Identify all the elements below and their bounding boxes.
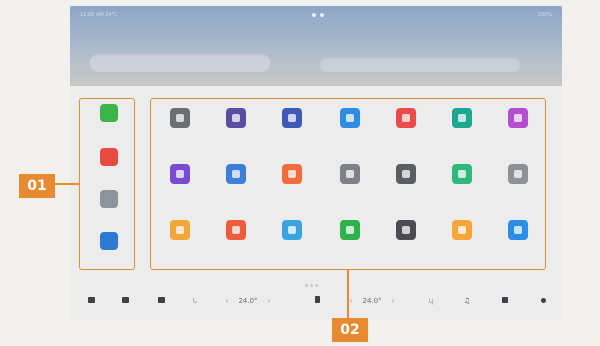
- wallpaper-cloud: [320, 58, 520, 72]
- status-bar: 12:00 AM 24°C 100%: [70, 6, 562, 24]
- temp-left-decrease[interactable]: ‹: [222, 294, 232, 308]
- bottom-control-bar: ᒐ ‹ 24.0° › ‹ 24.0° › ɥ ♫: [70, 286, 562, 316]
- page-indicator: [304, 272, 328, 287]
- callout-box-01: [79, 98, 135, 270]
- vehicle-icon[interactable]: [118, 294, 132, 308]
- status-right: 100%: [537, 12, 552, 18]
- page-dots: [310, 6, 326, 24]
- temp-right-increase[interactable]: ›: [388, 294, 398, 308]
- apps-grid-icon[interactable]: [498, 294, 512, 308]
- temp-left-value: 24.0°: [238, 297, 258, 305]
- temp-left-increase[interactable]: ›: [264, 294, 274, 308]
- wallpaper-banner: 12:00 AM 24°C 100%: [70, 6, 562, 86]
- settings-icon[interactable]: [536, 294, 550, 308]
- temp-right-value: 24.0°: [362, 297, 382, 305]
- seat-heat-icon[interactable]: ᒐ: [188, 294, 202, 308]
- music-icon[interactable]: ♫: [460, 294, 474, 308]
- callout-label-02: 02: [332, 318, 368, 342]
- callout-line-01: [55, 183, 79, 185]
- callout-line-02: [347, 270, 349, 318]
- car-icon[interactable]: [84, 294, 98, 308]
- callout-box-02: [150, 98, 546, 270]
- figure: 12:00 AM 24°C 100% ᒐ ‹ 24.0° › ‹ 24.0° ›…: [0, 0, 600, 346]
- fan-icon[interactable]: [310, 294, 324, 308]
- home-icon[interactable]: [154, 294, 168, 308]
- status-left: 12:00 AM 24°C: [80, 12, 118, 18]
- seat-icon[interactable]: ɥ: [424, 294, 438, 308]
- wallpaper-cloud: [90, 54, 270, 72]
- callout-label-01: 01: [19, 174, 55, 198]
